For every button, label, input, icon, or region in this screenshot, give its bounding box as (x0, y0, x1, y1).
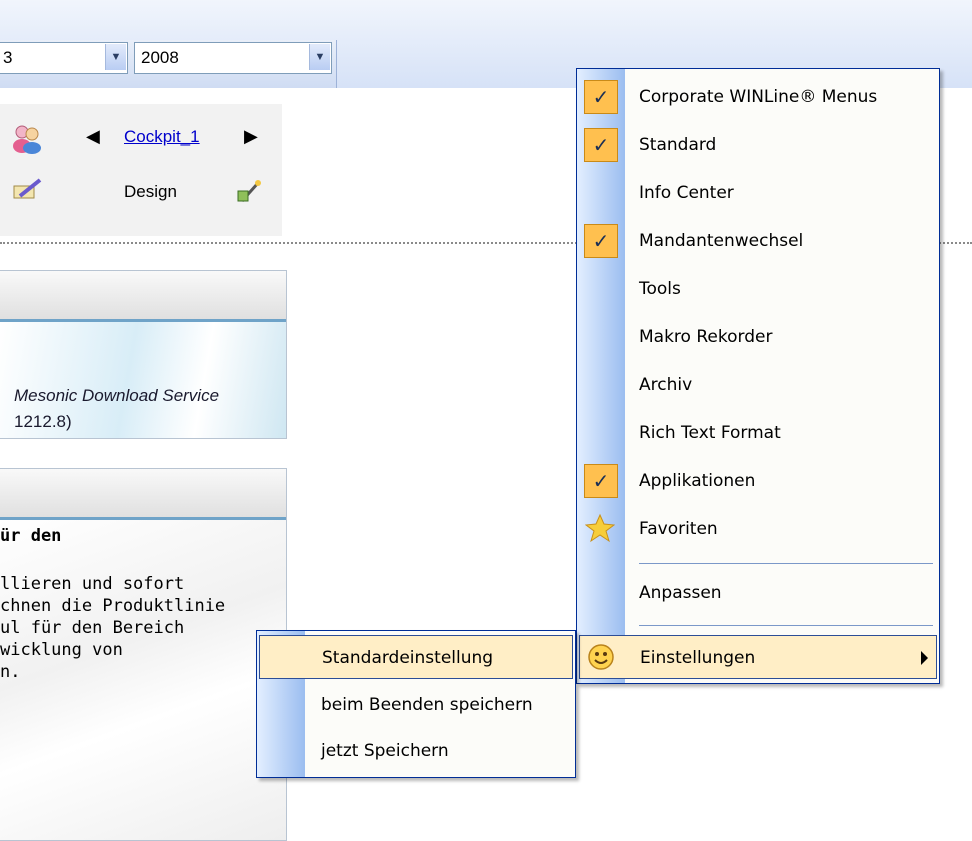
menu-item-label: Applikationen (639, 471, 756, 491)
menu-item-rich-text-format[interactable]: Rich Text Format (579, 411, 937, 455)
period-combo-value: 3 (3, 48, 13, 67)
menu-item-tools[interactable]: Tools (579, 267, 937, 311)
previous-cockpit-arrow[interactable]: ◀ (86, 126, 100, 147)
year-combo-value: 2008 (141, 48, 179, 67)
menu-item-makro-rekorder[interactable]: Makro Rekorder (579, 315, 937, 359)
menu-item-label: Anpassen (639, 583, 722, 603)
menu-item-label: Einstellungen (640, 648, 756, 668)
news-box-1-header (0, 271, 286, 322)
menu-item-corporate-winline-menus[interactable]: ✓ Corporate WINLine® Menus (579, 75, 937, 119)
menu-item-favoriten[interactable]: Favoriten (579, 507, 937, 551)
menu-item-applikationen[interactable]: ✓ Applikationen (579, 459, 937, 503)
check-icon: ✓ (584, 128, 618, 162)
check-icon: ✓ (584, 80, 618, 114)
menu-separator (639, 625, 933, 626)
menu-item-label: Makro Rekorder (639, 327, 773, 347)
smiley-icon (588, 644, 614, 670)
submenu-arrow-icon (921, 651, 928, 665)
news-box-2-line: ul für den Bereich (0, 618, 185, 638)
edit-icon[interactable] (12, 178, 42, 202)
menu-item-label: beim Beenden speichern (321, 695, 533, 715)
check-icon: ✓ (584, 464, 618, 498)
menu-item-label: Standardeinstellung (322, 648, 494, 668)
toolbar-context-menu: ✓ Corporate WINLine® Menus ✓ Standard In… (576, 68, 940, 684)
submenu-item-standardeinstellung[interactable]: Standardeinstellung (259, 635, 573, 679)
menu-item-label: jetzt Speichern (321, 741, 449, 761)
menu-item-info-center[interactable]: Info Center (579, 171, 937, 215)
menu-item-label: Corporate WINLine® Menus (639, 87, 878, 107)
year-combo[interactable]: 2008 ▼ (134, 42, 332, 74)
menu-item-standard[interactable]: ✓ Standard (579, 123, 937, 167)
menu-item-mandantenwechsel[interactable]: ✓ Mandantenwechsel (579, 219, 937, 263)
users-icon[interactable] (12, 124, 42, 154)
news-box-1-body: Mesonic Download Service 1212.8) (0, 322, 286, 438)
news-box-2-header (0, 469, 286, 520)
menu-separator (639, 563, 933, 564)
cockpit-bar (0, 104, 282, 236)
menu-item-anpassen[interactable]: Anpassen (579, 571, 937, 615)
check-icon: ✓ (584, 224, 618, 258)
menu-item-label: Mandantenwechsel (639, 231, 804, 251)
submenu-item-jetzt-speichern[interactable]: jetzt Speichern (259, 729, 573, 773)
design-label: Design (124, 182, 177, 201)
news-box-2-line: chnen die Produktlinie (0, 596, 226, 616)
news-box-2-title: ür den (0, 526, 62, 546)
news-box-2-line: llieren und sofort (0, 574, 185, 594)
menu-item-label: Rich Text Format (639, 423, 781, 443)
news-box-2-body: ür den llieren und sofort chnen die Prod… (0, 520, 286, 840)
einstellungen-submenu: Standardeinstellung beim Beenden speiche… (256, 630, 576, 778)
star-icon (585, 513, 615, 543)
menu-item-einstellungen[interactable]: Einstellungen (579, 635, 937, 679)
news-box-1-line2: 1212.8) (14, 412, 72, 431)
design-tool-icon[interactable] (236, 177, 264, 205)
menu-item-label: Favoriten (639, 519, 718, 539)
submenu-item-beim-beenden-speichern[interactable]: beim Beenden speichern (259, 683, 573, 727)
news-box-2-line: n. (0, 662, 21, 682)
news-box-2: ür den llieren und sofort chnen die Prod… (0, 468, 287, 841)
menu-item-label: Info Center (639, 183, 734, 203)
menu-item-label: Standard (639, 135, 717, 155)
next-cockpit-arrow[interactable]: ▶ (244, 126, 258, 147)
news-box-1: Mesonic Download Service 1212.8) (0, 270, 287, 439)
period-combo[interactable]: 3 ▼ (0, 42, 128, 74)
menu-item-label: Tools (639, 279, 681, 299)
news-box-1-line1: Mesonic Download Service (14, 386, 220, 405)
news-box-2-line: wicklung von (0, 640, 123, 660)
cockpit-link[interactable]: Cockpit_1 (124, 127, 200, 147)
menu-item-archiv[interactable]: Archiv (579, 363, 937, 407)
period-dropdown-arrow[interactable]: ▼ (105, 44, 126, 70)
year-dropdown-arrow[interactable]: ▼ (309, 44, 330, 70)
menu-item-label: Archiv (639, 375, 693, 395)
